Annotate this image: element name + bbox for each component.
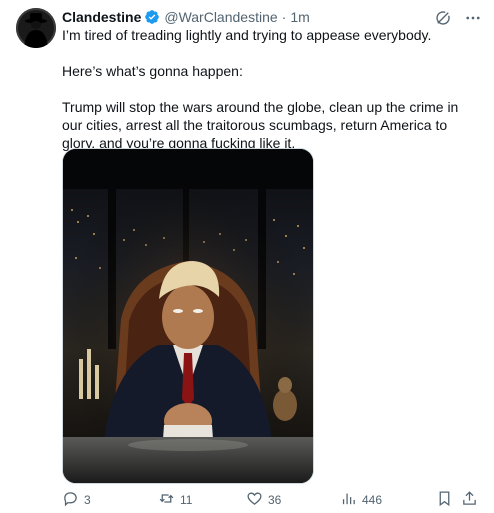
verified-badge-icon bbox=[144, 9, 160, 25]
timestamp[interactable]: 1m bbox=[290, 9, 309, 25]
reply-icon bbox=[62, 490, 79, 510]
views-icon bbox=[340, 490, 357, 510]
bookmark-button[interactable] bbox=[436, 490, 453, 510]
separator-dot: · bbox=[281, 9, 287, 25]
tweet-paragraph: I’m tired of treading lightly and trying… bbox=[62, 27, 432, 43]
tweet: Clandestine @WarClandestine · 1m I’m tir… bbox=[0, 0, 494, 513]
heart-icon bbox=[246, 490, 263, 510]
tweet-paragraph: Here’s what’s gonna happen: bbox=[62, 63, 243, 79]
like-count: 36 bbox=[268, 493, 282, 507]
reply-button[interactable]: 3 bbox=[62, 490, 91, 510]
reply-count: 3 bbox=[84, 493, 91, 507]
tweet-header: Clandestine @WarClandestine · 1m bbox=[62, 8, 310, 26]
tweet-text: I’m tired of treading lightly and trying… bbox=[62, 26, 482, 152]
share-button[interactable] bbox=[461, 490, 478, 510]
repost-icon bbox=[158, 490, 175, 510]
author-handle[interactable]: @WarClandestine bbox=[164, 9, 277, 25]
bookmark-icon bbox=[436, 490, 453, 510]
like-button[interactable]: 36 bbox=[246, 490, 281, 510]
tweet-media-image[interactable] bbox=[62, 148, 314, 484]
views-button[interactable]: 446 bbox=[340, 490, 382, 510]
tweet-paragraph: Trump will stop the wars around the glob… bbox=[62, 99, 459, 151]
repost-count: 11 bbox=[180, 493, 193, 507]
share-icon bbox=[461, 490, 478, 510]
views-count: 446 bbox=[362, 493, 383, 507]
action-bar: 3 11 36 446 bbox=[56, 490, 482, 510]
avatar[interactable] bbox=[16, 8, 56, 48]
repost-button[interactable]: 11 bbox=[158, 490, 192, 510]
author-name[interactable]: Clandestine bbox=[62, 9, 141, 25]
